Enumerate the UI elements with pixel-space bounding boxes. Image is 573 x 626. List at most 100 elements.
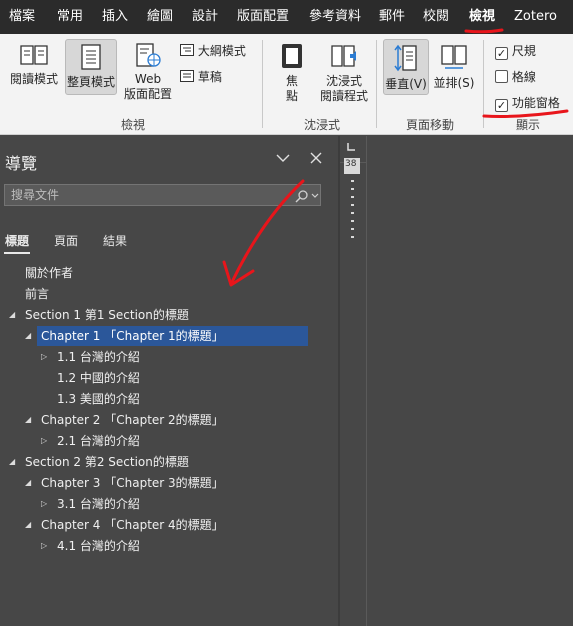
heading-item[interactable]: 1.2 中國的介紹: [57, 368, 140, 388]
close-icon[interactable]: [310, 152, 322, 164]
tab-zotero[interactable]: Zotero: [514, 0, 557, 34]
heading-label: 2.1 台灣的介紹: [57, 434, 140, 448]
draft-button[interactable]: 草稿: [180, 68, 222, 85]
heading-item[interactable]: 1.1 台灣的介紹: [57, 347, 140, 367]
nav-pane-title: 導覽: [5, 154, 38, 173]
ruler-checkbox[interactable]: ✓: [495, 47, 508, 60]
gridlines-label: 格線: [511, 70, 536, 84]
collapse-triangle-icon[interactable]: ◢: [9, 310, 15, 319]
tab-mailings[interactable]: 郵件: [379, 0, 405, 34]
navigation-pane: 導覽 標題 頁面 結果 關於作者前言 Section 1 第1 Section的標…: [0, 136, 338, 626]
tab-stop-icon[interactable]: [346, 142, 356, 152]
tab-view[interactable]: 檢視: [469, 0, 495, 34]
tab-design[interactable]: 設計: [192, 0, 218, 34]
vertical-ruler[interactable]: 38: [344, 158, 360, 248]
web-layout-label-2: 版面配置: [123, 87, 172, 101]
ruler-toggle[interactable]: ✓ 尺規: [495, 42, 536, 60]
search-icon[interactable]: [295, 189, 309, 203]
tab-draw[interactable]: 繪圖: [147, 0, 173, 34]
ribbon-separator: [262, 40, 263, 128]
collapse-triangle-icon[interactable]: ◢: [25, 478, 31, 487]
outline-label: 大綱模式: [197, 44, 246, 58]
heading-item[interactable]: Chapter 2 「Chapter 2的標題」: [41, 410, 224, 430]
heading-item[interactable]: 2.1 台灣的介紹: [57, 431, 140, 451]
collapse-triangle-icon[interactable]: ◢: [25, 331, 31, 340]
show-group-label: 顯示: [515, 118, 540, 132]
document-area[interactable]: 38: [340, 136, 573, 626]
gridlines-toggle[interactable]: 格線: [495, 68, 536, 85]
ribbon-separator: [376, 40, 377, 128]
tab-references[interactable]: 參考資料: [309, 0, 361, 34]
web-layout-label-1: Web: [134, 72, 162, 86]
active-tab-indicator: [4, 252, 30, 254]
outline-icon: [180, 44, 194, 56]
tab-home[interactable]: 常用: [57, 0, 83, 34]
tab-layout[interactable]: 版面配置: [237, 0, 289, 34]
chevron-down-icon[interactable]: [276, 153, 290, 163]
ruler-value: 38: [345, 159, 357, 169]
heading-item[interactable]: Chapter 3 「Chapter 3的標題」: [41, 473, 224, 493]
heading-label: 1.2 中國的介紹: [57, 371, 140, 385]
tab-pages[interactable]: 頁面: [54, 232, 78, 249]
heading-item[interactable]: Chapter 1 「Chapter 1的標題」: [37, 326, 308, 346]
expand-triangle-icon[interactable]: ▷: [41, 541, 47, 550]
focus-button[interactable]: 焦 點: [272, 42, 312, 104]
heading-item[interactable]: 4.1 台灣的介紹: [57, 536, 140, 556]
web-page-icon: [136, 43, 161, 67]
draft-label: 草稿: [197, 70, 222, 84]
heading-item[interactable]: Chapter 4 「Chapter 4的標題」: [41, 515, 224, 535]
heading-item[interactable]: Section 1 第1 Section的標題: [25, 305, 189, 325]
heading-item[interactable]: 前言: [25, 284, 49, 304]
outline-button[interactable]: 大綱模式: [180, 42, 246, 59]
heading-item[interactable]: Section 2 第2 Section的標題: [25, 452, 189, 472]
heading-label: 1.3 美國的介紹: [57, 392, 140, 406]
search-input[interactable]: [11, 185, 281, 205]
page: [366, 136, 573, 626]
gridlines-checkbox[interactable]: [495, 70, 508, 83]
heading-item[interactable]: 3.1 台灣的介紹: [57, 494, 140, 514]
heading-label: Chapter 1 「Chapter 1的標題」: [41, 329, 224, 343]
collapse-triangle-icon[interactable]: ◢: [25, 415, 31, 424]
heading-label: 4.1 台灣的介紹: [57, 539, 140, 553]
book-open-icon: [20, 45, 48, 65]
print-layout-button[interactable]: 整頁模式: [65, 39, 117, 95]
expand-triangle-icon[interactable]: ▷: [41, 352, 47, 361]
tab-file[interactable]: 檔案: [9, 0, 35, 34]
heading-label: 1.1 台灣的介紹: [57, 350, 140, 364]
nav-pane-checkbox[interactable]: ✓: [495, 99, 508, 112]
page-icon: [81, 44, 101, 70]
tab-results[interactable]: 結果: [103, 232, 127, 249]
tab-insert[interactable]: 插入: [102, 0, 128, 34]
expand-triangle-icon[interactable]: ▷: [41, 436, 47, 445]
chevron-down-icon[interactable]: [311, 193, 319, 199]
immersive-reader-icon: [331, 45, 356, 67]
vertical-label: 垂直(V): [385, 77, 427, 91]
tab-headings[interactable]: 標題: [5, 232, 29, 249]
nav-pane-toggle[interactable]: ✓ 功能窗格: [495, 94, 560, 112]
ribbon-separator: [483, 40, 484, 128]
heading-label: 關於作者: [25, 266, 74, 280]
heading-label: 前言: [25, 287, 50, 301]
print-layout-label: 整頁模式: [66, 75, 115, 89]
expand-triangle-icon[interactable]: ▷: [41, 499, 47, 508]
immersive-reader-label-1: 沈浸式: [325, 74, 362, 88]
ribbon: 閱讀模式 整頁模式 Web 版面配置 大綱模式 草稿 檢視 焦 點 沈浸式 閱讀…: [0, 34, 573, 135]
read-mode-button[interactable]: 閱讀模式: [8, 42, 60, 87]
side-by-side-label: 並排(S): [433, 76, 475, 90]
vertical-scroll-icon: [394, 44, 417, 72]
ruler-label: 尺規: [511, 44, 536, 58]
page-movement-group-label: 頁面移動: [405, 118, 454, 132]
tab-review[interactable]: 校閱: [423, 0, 449, 34]
collapse-triangle-icon[interactable]: ◢: [25, 520, 31, 529]
vertical-button[interactable]: 垂直(V): [383, 39, 429, 95]
immersive-reader-label-2: 閱讀程式: [319, 89, 368, 103]
web-layout-button[interactable]: Web 版面配置: [122, 42, 174, 102]
heading-label: Section 2 第2 Section的標題: [25, 455, 189, 469]
immersive-reader-button[interactable]: 沈浸式 閱讀程式: [317, 42, 371, 104]
read-mode-label: 閱讀模式: [9, 72, 58, 86]
side-by-side-button[interactable]: 並排(S): [432, 42, 476, 91]
heading-item[interactable]: 1.3 美國的介紹: [57, 389, 140, 409]
collapse-triangle-icon[interactable]: ◢: [9, 457, 15, 466]
heading-item[interactable]: 關於作者: [25, 263, 73, 283]
heading-label: Section 1 第1 Section的標題: [25, 308, 189, 322]
